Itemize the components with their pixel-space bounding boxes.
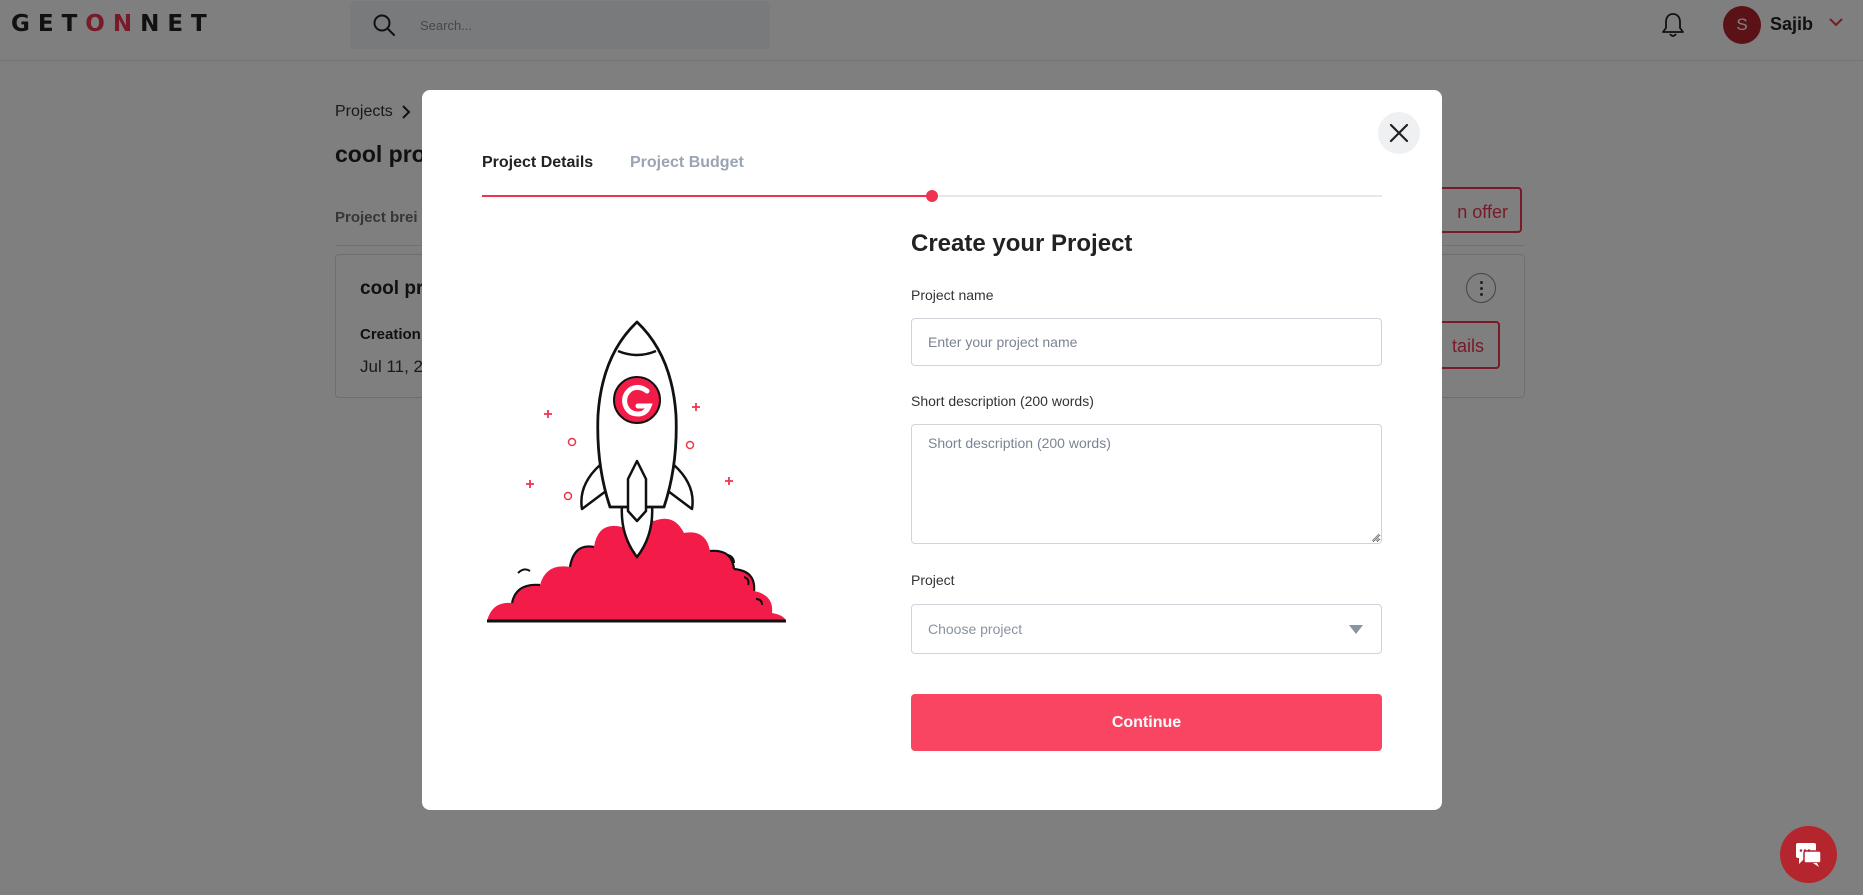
project-select-label: Project: [911, 572, 955, 588]
resize-handle-icon[interactable]: [1371, 533, 1379, 541]
caret-down-icon: [1349, 625, 1363, 634]
short-description-textarea[interactable]: [911, 424, 1382, 544]
chat-button[interactable]: [1780, 826, 1837, 883]
project-select[interactable]: Choose project: [911, 604, 1382, 654]
form-title: Create your Project: [911, 230, 1133, 257]
tab-project-details[interactable]: Project Details: [482, 154, 593, 172]
step-progress-dot: [926, 190, 938, 202]
project-select-value: Choose project: [928, 621, 1023, 637]
close-icon: [1389, 123, 1409, 143]
rocket-launch-illustration: [487, 320, 786, 623]
chat-icon: [1796, 843, 1822, 867]
short-description-label: Short description (200 words): [911, 393, 1094, 409]
step-progress-bar: [482, 190, 1382, 202]
step-progress-fill: [482, 195, 932, 197]
tab-project-budget[interactable]: Project Budget: [630, 154, 744, 172]
project-name-label: Project name: [911, 287, 994, 303]
project-name-input[interactable]: [911, 318, 1382, 366]
continue-button[interactable]: Continue: [911, 694, 1382, 751]
create-project-modal: Project Details Project Budget Create yo…: [422, 90, 1442, 810]
short-description-wrapper: [911, 424, 1382, 544]
close-button[interactable]: [1378, 112, 1420, 154]
